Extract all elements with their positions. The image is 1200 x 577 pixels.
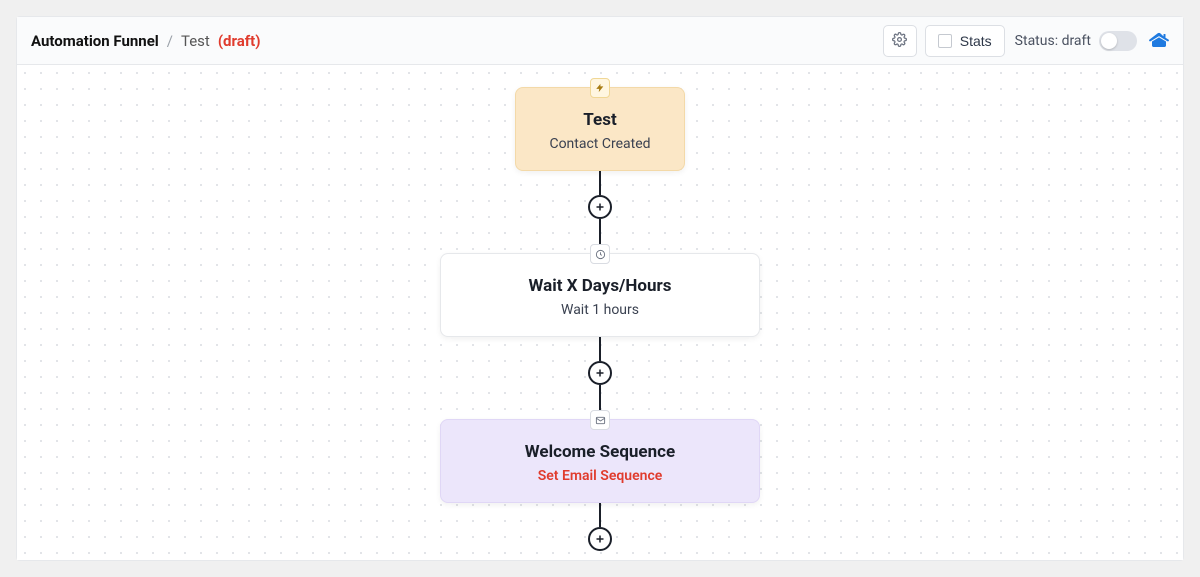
sequence-action-link[interactable]: Set Email Sequence (463, 468, 737, 484)
trigger-subtitle: Contact Created (538, 136, 662, 152)
connector-line (599, 337, 601, 361)
sequence-node[interactable]: Welcome Sequence Set Email Sequence (440, 419, 760, 503)
breadcrumb: Automation Funnel / Test (draft) (31, 32, 261, 50)
email-sequence-icon (590, 410, 610, 430)
flow-canvas[interactable]: Test Contact Created Wait X Days/Hours W… (17, 65, 1183, 560)
gear-icon (892, 32, 907, 50)
wait-subtitle: Wait 1 hours (463, 302, 737, 318)
trigger-title: Test (538, 110, 662, 130)
breadcrumb-root[interactable]: Automation Funnel (31, 32, 159, 50)
status-toggle[interactable] (1099, 31, 1137, 51)
add-step-button[interactable] (588, 527, 612, 551)
connector-line (599, 171, 601, 195)
stats-label: Stats (960, 33, 992, 49)
stats-checkbox[interactable] (938, 34, 952, 48)
bolt-icon (590, 78, 610, 98)
sequence-title: Welcome Sequence (463, 442, 737, 462)
breadcrumb-draft-badge: (draft) (218, 32, 261, 50)
breadcrumb-funnel-name: Test (181, 32, 210, 50)
trigger-node[interactable]: Test Contact Created (515, 87, 685, 171)
stats-toggle-button[interactable]: Stats (925, 25, 1005, 57)
add-step-button[interactable] (588, 361, 612, 385)
editor-header: Automation Funnel / Test (draft) Stats S… (17, 17, 1183, 65)
flow-column: Test Contact Created Wait X Days/Hours W… (440, 87, 760, 551)
wait-title: Wait X Days/Hours (463, 276, 737, 296)
toggle-knob (1101, 33, 1117, 49)
settings-button[interactable] (883, 25, 917, 57)
breadcrumb-separator: / (167, 32, 173, 50)
wait-node[interactable]: Wait X Days/Hours Wait 1 hours (440, 253, 760, 337)
help-icon[interactable] (1149, 31, 1169, 51)
connector-line (599, 503, 601, 527)
status-label: Status: draft (1015, 33, 1091, 49)
clock-icon (590, 244, 610, 264)
add-step-button[interactable] (588, 195, 612, 219)
